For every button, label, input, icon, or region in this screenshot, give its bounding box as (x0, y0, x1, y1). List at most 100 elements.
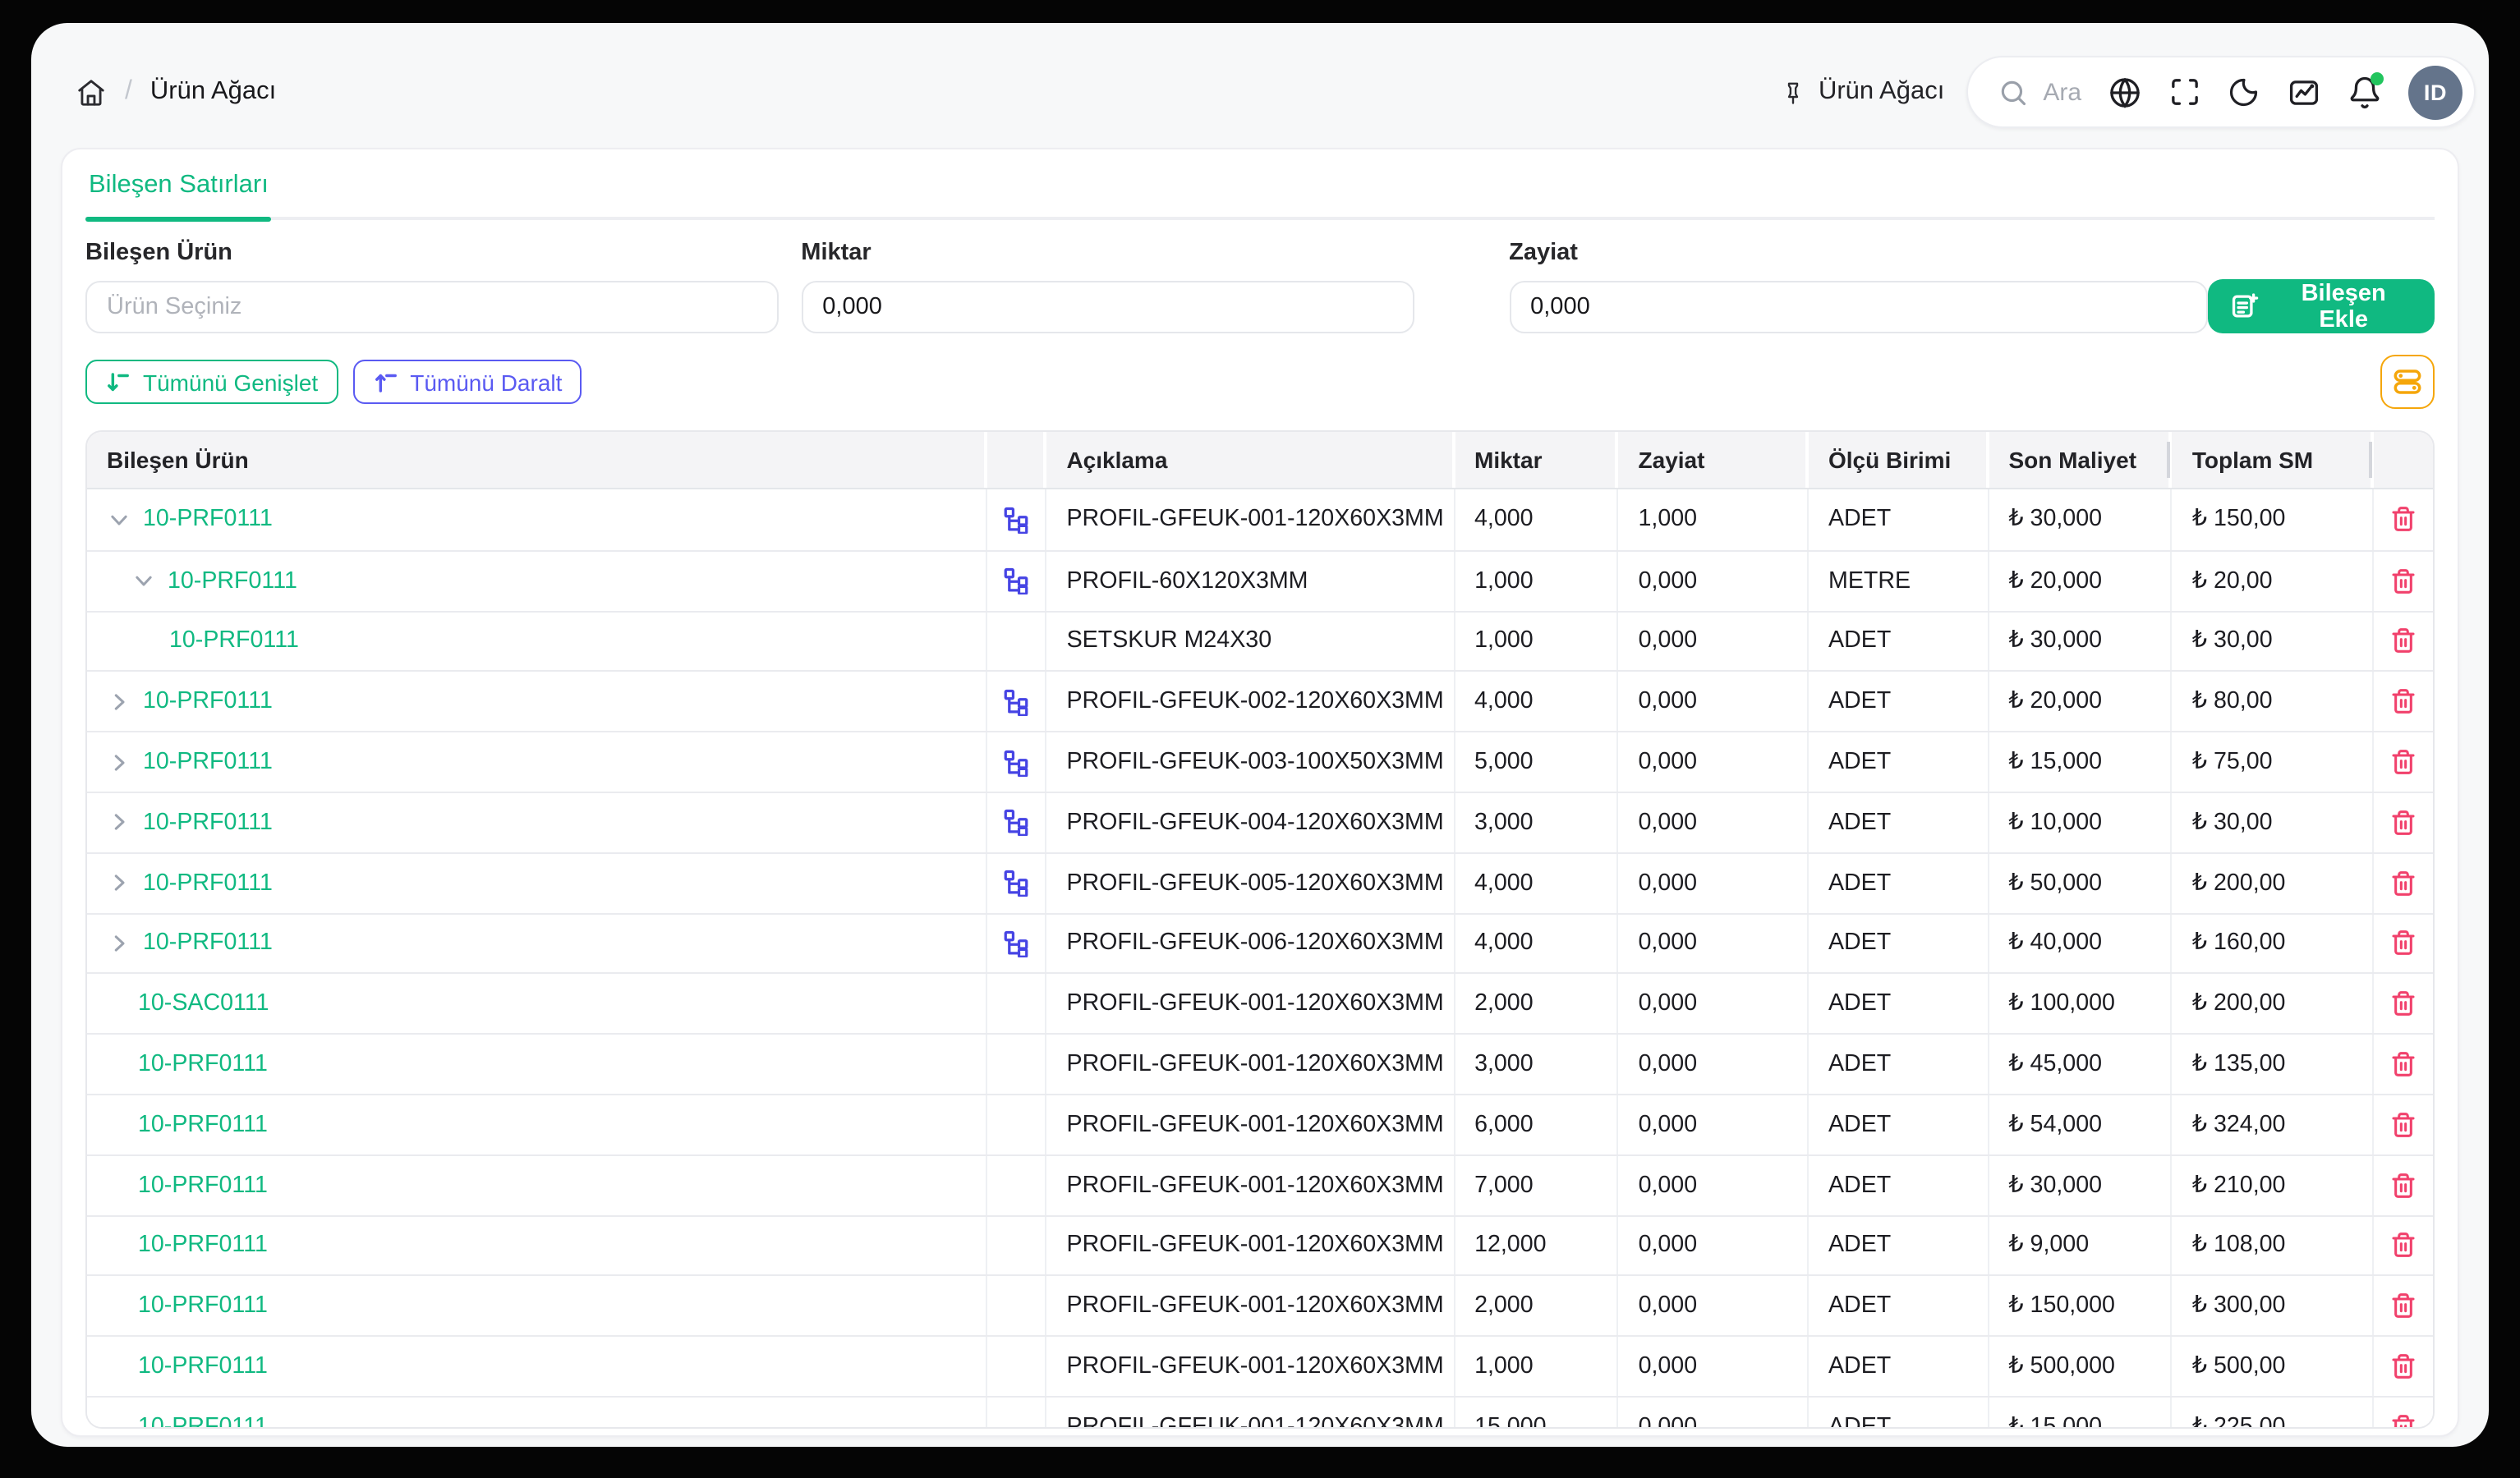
col-header-bilesen-urun[interactable]: Bileşen Ürün (87, 432, 988, 488)
trash-icon[interactable] (2390, 749, 2417, 775)
expand-all-button[interactable]: Tümünü Genişlet (85, 360, 338, 404)
col-header-zayiat[interactable]: Zayiat (1619, 432, 1809, 488)
product-cell: 10-PRF0111 (87, 1035, 988, 1094)
unit-cell: METRE (1809, 552, 1989, 611)
quantity-cell: 7,000 (1455, 1156, 1619, 1215)
trash-icon[interactable] (2390, 930, 2417, 957)
col-header-aciklama[interactable]: Açıklama (1046, 432, 1455, 488)
chevron-icon[interactable] (107, 931, 143, 956)
pinned-page[interactable]: Ürün Ağacı (1781, 77, 1944, 107)
quantity-cell: 4,000 (1455, 914, 1619, 973)
chevron-icon[interactable] (107, 507, 143, 532)
product-code-link[interactable]: 10-PRF0111 (138, 1414, 268, 1429)
trash-icon[interactable] (2390, 810, 2417, 836)
description-cell: PROFIL-GFEUK-001-120X60X3MM (1047, 1095, 1455, 1154)
search-input[interactable]: Ara (1997, 76, 2081, 108)
hierarchy-icon[interactable] (1003, 688, 1031, 716)
hierarchy-icon[interactable] (1003, 869, 1031, 897)
waste-cell: 0,000 (1619, 612, 1809, 671)
product-code-link[interactable]: 10-PRF0111 (138, 1293, 268, 1320)
table-row: 10-PRF0111 SETSKUR M24X30 1,000 0,000 AD… (87, 610, 2433, 671)
notifications-button[interactable] (2348, 75, 2382, 109)
product-code-link[interactable]: 10-PRF0111 (138, 1172, 268, 1198)
table-body: 10-PRF0111 PROFIL-GFEUK-001-120X60X3MM 4… (87, 489, 2433, 1429)
quantity-cell: 2,000 (1455, 1277, 1619, 1336)
waste-input[interactable] (1509, 281, 2208, 333)
chevron-icon[interactable] (107, 870, 143, 895)
trash-icon[interactable] (2390, 689, 2417, 715)
column-settings-button[interactable] (2380, 355, 2435, 409)
trash-icon[interactable] (2390, 1232, 2417, 1259)
quantity-input[interactable] (801, 281, 1414, 333)
trash-icon[interactable] (2390, 1414, 2417, 1429)
expand-all-icon (105, 369, 131, 395)
unit-cell: ADET (1809, 1035, 1989, 1094)
product-code-link[interactable]: 10-PRF0111 (138, 1051, 268, 1077)
col-header-son-maliyet[interactable]: Son Maliyet (1989, 432, 2172, 488)
product-code-link[interactable]: 10-PRF0111 (138, 1112, 268, 1138)
trash-icon[interactable] (2390, 1293, 2417, 1320)
description-cell: PROFIL-GFEUK-001-120X60X3MM (1047, 1156, 1455, 1215)
product-code-link[interactable]: 10-PRF0111 (169, 628, 299, 654)
product-code-link[interactable]: 10-PRF0111 (143, 870, 273, 896)
cost-cell: ₺ 150,000 (1989, 1277, 2172, 1336)
product-code-link[interactable]: 10-PRF0111 (138, 1232, 268, 1259)
chevron-icon[interactable] (131, 568, 168, 593)
product-code-link[interactable]: 10-PRF0111 (143, 930, 273, 957)
avatar[interactable]: ID (2408, 65, 2463, 119)
delete-cell (2374, 1398, 2433, 1429)
chevron-icon[interactable] (107, 690, 143, 714)
topbar: / Ürün Ağacı Ürün Ağacı Ara (31, 23, 2489, 148)
trash-icon[interactable] (2390, 1353, 2417, 1379)
trash-icon[interactable] (2390, 1172, 2417, 1198)
add-component-button[interactable]: Bileşen Ekle (2208, 279, 2435, 333)
product-code-link[interactable]: 10-PRF0111 (143, 507, 273, 533)
cost-cell: ₺ 30,000 (1989, 1156, 2172, 1215)
product-code-link[interactable]: 10-PRF0111 (143, 749, 273, 775)
trash-icon[interactable] (2390, 628, 2417, 654)
activity-chart-icon[interactable] (2287, 75, 2321, 109)
trash-icon[interactable] (2390, 1112, 2417, 1138)
cost-cell: ₺ 500,000 (1989, 1337, 2172, 1396)
product-code-link[interactable]: 10-PRF0111 (143, 810, 273, 836)
trash-icon[interactable] (2390, 507, 2417, 533)
fullscreen-icon[interactable] (2168, 76, 2201, 108)
hierarchy-icon[interactable] (1003, 506, 1031, 534)
trash-icon[interactable] (2390, 870, 2417, 896)
table-row: 10-PRF0111 PROFIL-GFEUK-001-120X60X3MM 3… (87, 1033, 2433, 1094)
tree-cell (988, 1095, 1047, 1154)
collapse-all-button[interactable]: Tümünü Daralt (352, 360, 582, 404)
product-code-link[interactable]: 10-SAC0111 (138, 991, 269, 1017)
product-code-link[interactable]: 10-PRF0111 (168, 567, 297, 594)
quantity-cell: 1,000 (1455, 1337, 1619, 1396)
description-cell: PROFIL-GFEUK-004-120X60X3MM (1046, 793, 1455, 852)
toggles-icon (2390, 365, 2425, 399)
description-cell: PROFIL-GFEUK-002-120X60X3MM (1046, 672, 1455, 732)
hierarchy-icon[interactable] (1003, 929, 1031, 957)
product-select-input[interactable] (85, 281, 778, 333)
hierarchy-icon[interactable] (1003, 748, 1031, 776)
cost-cell: ₺ 15,000 (1989, 732, 2172, 792)
product-code-link[interactable]: 10-PRF0111 (143, 689, 273, 715)
tab-bilesen-satirlari[interactable]: Bileşen Satırları (85, 171, 272, 217)
table-row: 10-PRF0111 PROFIL-GFEUK-001-120X60X3MM 1… (87, 1396, 2433, 1429)
hierarchy-icon[interactable] (1003, 809, 1031, 837)
unit-cell: ADET (1809, 1277, 1989, 1336)
moon-icon[interactable] (2228, 76, 2260, 108)
col-header-olcu-birimi[interactable]: Ölçü Birimi (1809, 432, 1989, 488)
chevron-icon[interactable] (107, 810, 143, 835)
topbar-actions: Ara (1966, 56, 2476, 128)
globe-icon[interactable] (2108, 75, 2142, 109)
product-cell: 10-PRF0111 (87, 914, 988, 973)
home-icon[interactable] (76, 76, 107, 108)
trash-icon[interactable] (2390, 991, 2417, 1017)
trash-icon[interactable] (2390, 1051, 2417, 1077)
hierarchy-icon[interactable] (1003, 567, 1031, 594)
col-header-miktar[interactable]: Miktar (1455, 432, 1619, 488)
col-header-toplam-sm[interactable]: Toplam SM (2173, 432, 2374, 488)
product-code-link[interactable]: 10-PRF0111 (138, 1353, 268, 1379)
chevron-icon[interactable] (107, 750, 143, 774)
trash-icon[interactable] (2390, 567, 2417, 594)
col-header-tree (988, 432, 1047, 488)
tree-cell (988, 552, 1047, 611)
